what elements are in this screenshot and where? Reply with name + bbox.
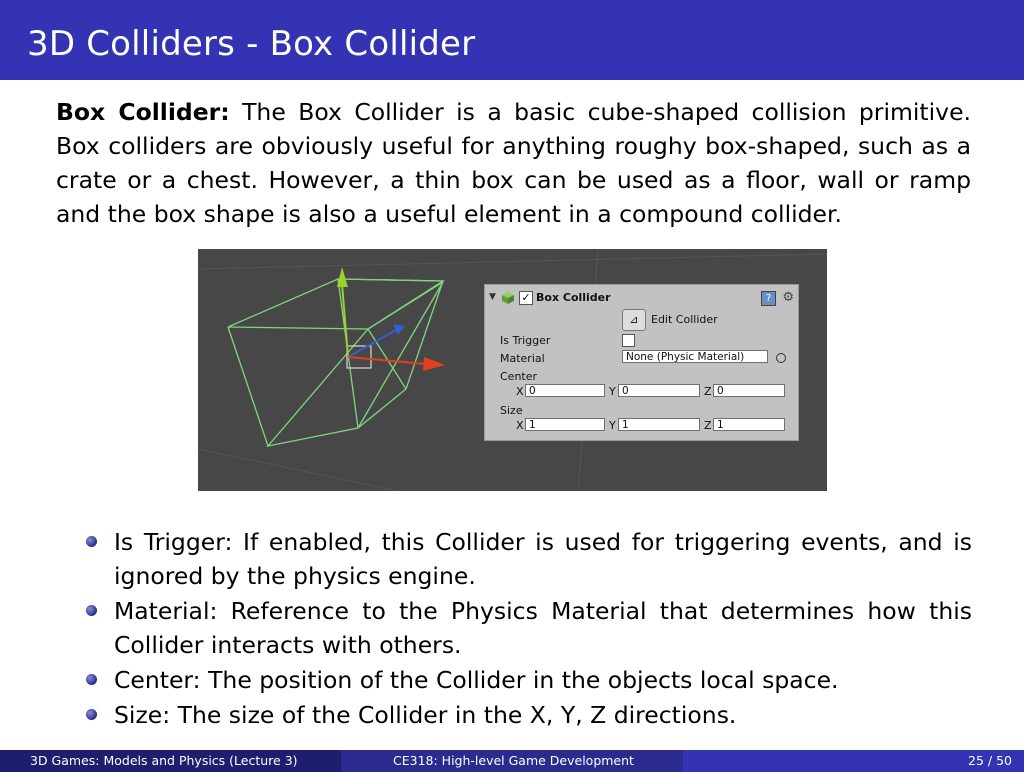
foldout-arrow-icon[interactable]: ▼ [489,292,496,302]
footer-lecture-text: 3D Games: Models and Physics (Lecture 3) [30,753,298,768]
component-header[interactable]: ▼ ✓ Box Collider ? ⚙ [489,290,794,307]
size-z-label: Z [704,419,712,432]
list-item: Size: The size of the Collider in the X,… [86,698,972,732]
center-y-field[interactable]: 0 [618,384,700,397]
footer-page: 25 / 50 [683,750,1024,772]
center-z-field[interactable]: 0 [713,384,785,397]
center-label: Center [500,370,538,383]
help-icon[interactable]: ? [761,291,776,306]
material-field[interactable]: None (Physic Material) [622,350,768,363]
size-label: Size [500,404,523,417]
size-x-label: X [516,419,524,432]
list-item: Is Trigger: If enabled, this Collider is… [86,525,972,593]
intro-term: Box Collider: [56,98,230,126]
bullet-icon [86,674,97,685]
bullet-text: Material: Reference to the Physics Mater… [114,597,972,659]
intro-paragraph: Box Collider: The Box Collider is a basi… [56,95,971,231]
x-axis-arrow-icon[interactable] [423,357,445,371]
title-bar: 3D Colliders - Box Collider [0,0,1024,80]
object-picker-icon[interactable] [776,353,786,363]
size-z-field[interactable]: 1 [713,418,785,431]
size-x-field[interactable]: 1 [525,418,605,431]
list-item: Material: Reference to the Physics Mater… [86,594,972,662]
enabled-checkbox[interactable]: ✓ [519,291,533,305]
edit-collider-label: Edit Collider [651,313,718,326]
component-name: Box Collider [536,291,611,304]
page-number: 25 / 50 [968,753,1012,768]
edit-collider-icon: ⊿ [629,313,639,326]
list-item: Center: The position of the Collider in … [86,663,972,697]
bullet-text: Is Trigger: If enabled, this Collider is… [114,528,972,590]
slide-title: 3D Colliders - Box Collider [27,24,476,64]
footer-lecture: 3D Games: Models and Physics (Lecture 3) [0,750,341,772]
cube-icon [502,292,514,304]
y-axis-arrow-icon[interactable] [337,267,348,287]
size-y-label: Y [609,419,616,432]
footer-course: CE318: High-level Game Development [341,750,683,772]
bullet-text: Center: The position of the Collider in … [114,666,839,694]
center-x-label: X [516,385,524,398]
footer-course-text: CE318: High-level Game Development [393,753,634,768]
material-label: Material [500,352,545,365]
bullet-icon [86,605,97,616]
size-y-field[interactable]: 1 [618,418,700,431]
unity-screenshot: ▼ ✓ Box Collider ? ⚙ ⊿ Edit Collider Is … [198,249,827,491]
gear-icon[interactable]: ⚙ [782,290,794,305]
footer-bar: 3D Games: Models and Physics (Lecture 3)… [0,750,1024,772]
inspector-panel: ▼ ✓ Box Collider ? ⚙ ⊿ Edit Collider Is … [484,284,799,441]
center-y-label: Y [609,385,616,398]
edit-collider-button[interactable]: ⊿ [622,309,646,331]
center-z-label: Z [704,385,712,398]
bullet-icon [86,709,97,720]
z-axis-arrow-icon[interactable] [393,324,405,335]
bullet-icon [86,536,97,547]
bullet-text: Size: The size of the Collider in the X,… [114,701,737,729]
center-x-field[interactable]: 0 [525,384,605,397]
is-trigger-label: Is Trigger [500,334,551,347]
bullet-list: Is Trigger: If enabled, this Collider is… [86,525,972,733]
is-trigger-checkbox[interactable] [622,334,635,347]
